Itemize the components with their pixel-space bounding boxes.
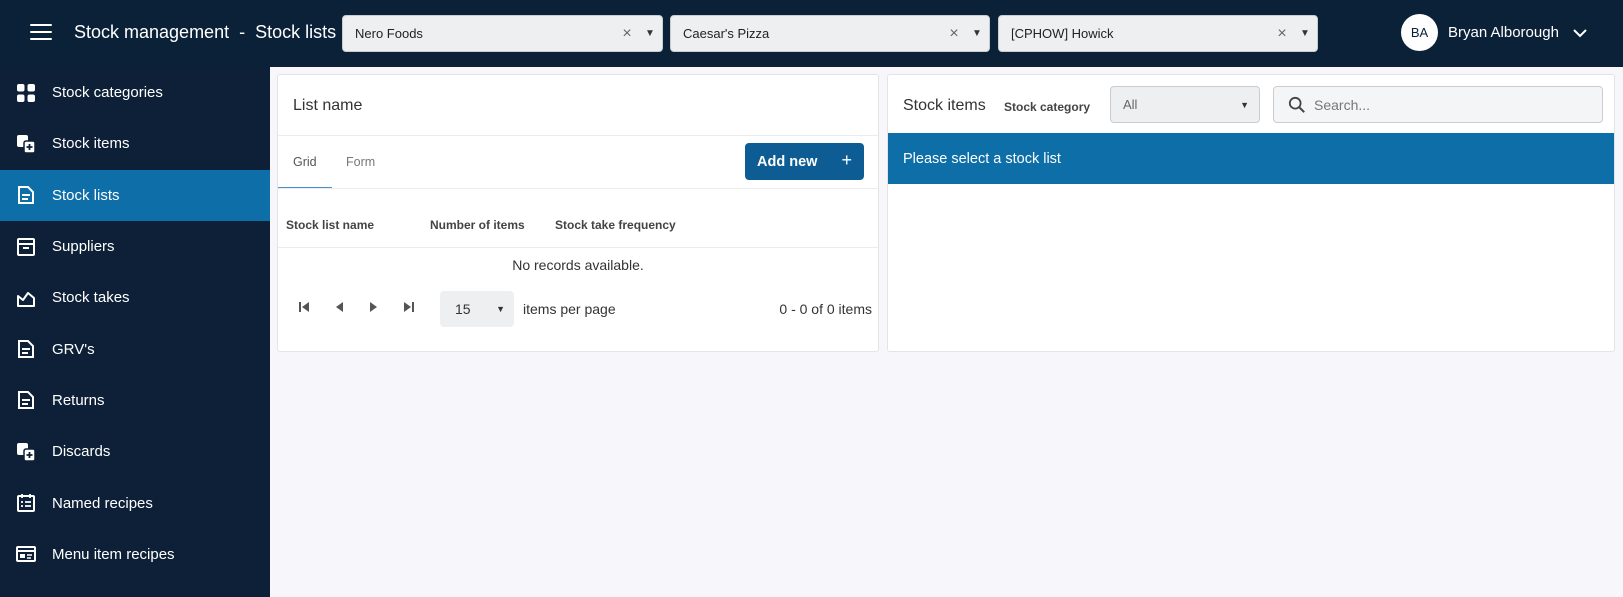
store-selector[interactable]: [CPHOW] Howick × ▼ <box>998 15 1318 52</box>
items-per-page-label: items per page <box>523 301 616 317</box>
app-title: Stock management <box>74 22 230 42</box>
menu-card-icon <box>16 544 36 564</box>
title-separator: - <box>239 22 246 42</box>
empty-message: No records available. <box>512 257 644 273</box>
sidebar-item-stock-lists[interactable]: Stock lists <box>0 169 270 221</box>
brand-selector[interactable]: Caesar's Pizza × ▼ <box>670 15 990 52</box>
page-size-value: 15 <box>455 301 471 317</box>
clear-icon[interactable]: × <box>1271 25 1293 43</box>
stock-category-label: Stock category <box>1004 100 1091 114</box>
grid-icon <box>16 83 36 103</box>
column-header-stock-take-frequency[interactable]: Stock take frequency <box>555 218 676 232</box>
plus-icon: + <box>841 150 852 170</box>
chevron-down-icon[interactable] <box>1573 25 1587 41</box>
archive-icon <box>16 237 36 257</box>
sidebar-item-label: Stock categories <box>52 84 163 102</box>
user-menu[interactable]: BA Bryan Alborough <box>1401 14 1587 51</box>
stock-items-icon <box>16 442 36 462</box>
caret-down-icon[interactable]: ▼ <box>1293 28 1317 39</box>
select-list-banner: Please select a stock list <box>888 133 1614 184</box>
avatar: BA <box>1401 14 1438 51</box>
divider <box>278 188 878 189</box>
tab-grid[interactable]: Grid <box>293 155 317 169</box>
stock-items-icon <box>16 134 36 154</box>
column-header-stock-list-name[interactable]: Stock list name <box>286 218 374 232</box>
sidebar-item-stock-categories[interactable]: Stock categories <box>0 67 270 118</box>
column-header-number-of-items[interactable]: Number of items <box>430 218 525 232</box>
sidebar-item-stock-takes[interactable]: Stock takes <box>0 272 270 323</box>
tab-form[interactable]: Form <box>346 155 375 169</box>
sidebar-item-label: Named recipes <box>52 494 153 512</box>
sidebar-item-label: Suppliers <box>52 238 115 256</box>
company-selector[interactable]: Nero Foods × ▼ <box>342 15 663 52</box>
brand-selector-value: Caesar's Pizza <box>683 26 770 41</box>
user-name: Bryan Alborough <box>1448 24 1559 41</box>
caret-down-icon[interactable]: ▼ <box>638 28 662 39</box>
clear-icon[interactable]: × <box>616 25 638 43</box>
caret-down-icon[interactable]: ▼ <box>965 28 989 39</box>
chart-icon <box>16 288 36 308</box>
page-subtitle: Stock lists <box>255 22 337 42</box>
store-selector-value: [CPHOW] Howick <box>1011 26 1114 41</box>
caret-down-icon: ▼ <box>1240 99 1249 110</box>
first-page-icon[interactable] <box>294 297 314 317</box>
document-icon <box>16 339 36 359</box>
document-icon <box>16 390 36 410</box>
next-page-icon[interactable] <box>364 297 384 317</box>
sidebar-item-label: Stock items <box>52 135 130 153</box>
page-size-select[interactable]: 15 ▼ <box>440 291 514 327</box>
sidebar: Stock categories Stock items Stock lists… <box>0 67 270 597</box>
sidebar-item-label: Menu item recipes <box>52 545 175 563</box>
sidebar-item-menu-item-recipes[interactable]: Menu item recipes <box>0 529 270 580</box>
sidebar-item-discards[interactable]: Discards <box>0 426 270 477</box>
search-input[interactable]: Search... <box>1273 86 1603 123</box>
top-bar: Stock management - Stock lists Nero Foods … <box>0 0 1623 67</box>
add-new-button[interactable]: Add new + <box>745 143 864 180</box>
hamburger-menu-icon[interactable] <box>30 24 52 42</box>
stock-category-value: All <box>1123 97 1138 112</box>
previous-page-icon[interactable] <box>329 297 349 317</box>
search-icon <box>1288 96 1305 113</box>
stock-list-panel: List name Grid Form Add new + Stock list… <box>277 74 879 352</box>
sidebar-item-grvs[interactable]: GRV's <box>0 323 270 374</box>
stock-category-select[interactable]: All ▼ <box>1110 86 1260 123</box>
caret-down-icon: ▼ <box>496 304 505 314</box>
sidebar-item-label: Stock lists <box>52 186 120 204</box>
divider <box>278 135 878 136</box>
sidebar-item-suppliers[interactable]: Suppliers <box>0 221 270 272</box>
last-page-icon[interactable] <box>399 297 419 317</box>
pager-count: 0 - 0 of 0 items <box>779 301 872 317</box>
sidebar-item-label: Discards <box>52 443 111 461</box>
search-placeholder: Search... <box>1314 96 1371 113</box>
clear-icon[interactable]: × <box>943 25 965 43</box>
sidebar-item-returns[interactable]: Returns <box>0 375 270 426</box>
sidebar-item-named-recipes[interactable]: Named recipes <box>0 477 270 528</box>
sidebar-item-label: Returns <box>52 391 105 409</box>
stock-items-heading: Stock items <box>903 97 986 114</box>
sidebar-item-stock-items[interactable]: Stock items <box>0 118 270 169</box>
sidebar-item-label: Stock takes <box>52 289 130 307</box>
list-name-heading: List name <box>293 97 363 114</box>
document-icon <box>16 185 36 205</box>
sidebar-item-label: GRV's <box>52 340 95 358</box>
company-selector-value: Nero Foods <box>355 26 423 41</box>
recipe-icon <box>16 493 36 513</box>
stock-items-panel: Stock items Stock category All ▼ Search.… <box>887 74 1615 352</box>
page-title: Stock management - Stock lists <box>74 22 336 43</box>
divider <box>278 247 878 248</box>
add-new-label: Add new <box>757 153 818 170</box>
